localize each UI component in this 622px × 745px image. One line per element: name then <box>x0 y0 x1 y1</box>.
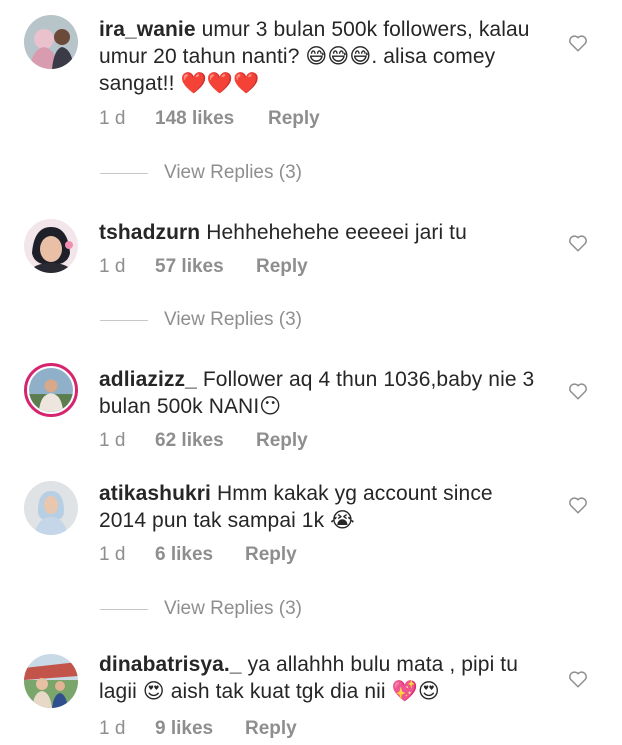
comment-body: Hehhehehehe eeeeei jari tu <box>206 221 467 244</box>
avatar-photo <box>24 219 78 273</box>
comment-timestamp: 1 d <box>99 430 126 451</box>
like-count[interactable]: 9 likes <box>155 718 245 740</box>
heart-outline-icon[interactable] <box>568 382 588 400</box>
divider <box>100 319 148 321</box>
comment-username[interactable]: tshadzurn <box>99 221 200 244</box>
avatar-photo <box>29 368 73 412</box>
comment-text: tshadzurn Hehhehehehe eeeeei jari tu <box>99 219 539 246</box>
view-replies-button[interactable]: View Replies (3) <box>100 597 302 621</box>
like-count[interactable]: 62 likes <box>155 430 256 452</box>
avatar[interactable] <box>24 654 78 708</box>
divider <box>100 172 148 174</box>
comment-username[interactable]: dinabatrisya._ <box>99 653 242 676</box>
comment-timestamp: 1 d <box>99 256 126 277</box>
avatar-photo <box>24 481 78 535</box>
reply-button[interactable]: Reply <box>245 718 297 740</box>
comment-timestamp: 1 d <box>99 108 126 129</box>
avatar-photo <box>24 654 78 708</box>
comment-meta: 1 d 62 likes Reply <box>99 430 308 452</box>
avatar[interactable] <box>24 219 78 273</box>
view-replies-button[interactable]: View Replies (3) <box>100 308 302 332</box>
comment-text: ira_wanie umur 3 bulan 500k followers, ka… <box>99 16 539 97</box>
comment-timestamp: 1 d <box>99 718 126 739</box>
comment-meta: 1 d 6 likes Reply <box>99 544 297 566</box>
like-count[interactable]: 57 likes <box>155 256 256 278</box>
reply-button[interactable]: Reply <box>256 430 308 452</box>
avatar[interactable] <box>24 15 78 69</box>
heart-outline-icon[interactable] <box>568 496 588 514</box>
avatar[interactable] <box>24 481 78 535</box>
comment-username[interactable]: adliazizz_ <box>99 368 197 391</box>
comment-username[interactable]: atikashukri <box>99 482 211 505</box>
comment-text: adliazizz_ Follower aq 4 thun 1036,baby n… <box>99 366 539 420</box>
comment-username[interactable]: ira_wanie <box>99 18 196 41</box>
heart-outline-icon[interactable] <box>568 234 588 252</box>
reply-button[interactable]: Reply <box>245 544 297 566</box>
comment-text: atikashukri Hmm kakak yg account since 20… <box>99 480 539 534</box>
comment-meta: 1 d 57 likes Reply <box>99 256 308 278</box>
like-count[interactable]: 6 likes <box>155 544 245 566</box>
like-count[interactable]: 148 likes <box>155 108 268 130</box>
comment-timestamp: 1 d <box>99 544 126 565</box>
comment-text: dinabatrisya._ ya allahhh bulu mata , pip… <box>99 651 539 705</box>
avatar-story-ring[interactable] <box>24 363 78 417</box>
comment-meta: 1 d 148 likes Reply <box>99 108 320 130</box>
view-replies-label[interactable]: View Replies (3) <box>164 162 302 184</box>
view-replies-label[interactable]: View Replies (3) <box>164 598 302 620</box>
reply-button[interactable]: Reply <box>256 256 308 278</box>
avatar-photo <box>24 15 78 69</box>
view-replies-label[interactable]: View Replies (3) <box>164 309 302 331</box>
heart-outline-icon[interactable] <box>568 670 588 688</box>
heart-outline-icon[interactable] <box>568 34 588 52</box>
comment-meta: 1 d 9 likes Reply <box>99 718 297 740</box>
view-replies-button[interactable]: View Replies (3) <box>100 161 302 185</box>
reply-button[interactable]: Reply <box>268 108 320 130</box>
divider <box>100 608 148 610</box>
